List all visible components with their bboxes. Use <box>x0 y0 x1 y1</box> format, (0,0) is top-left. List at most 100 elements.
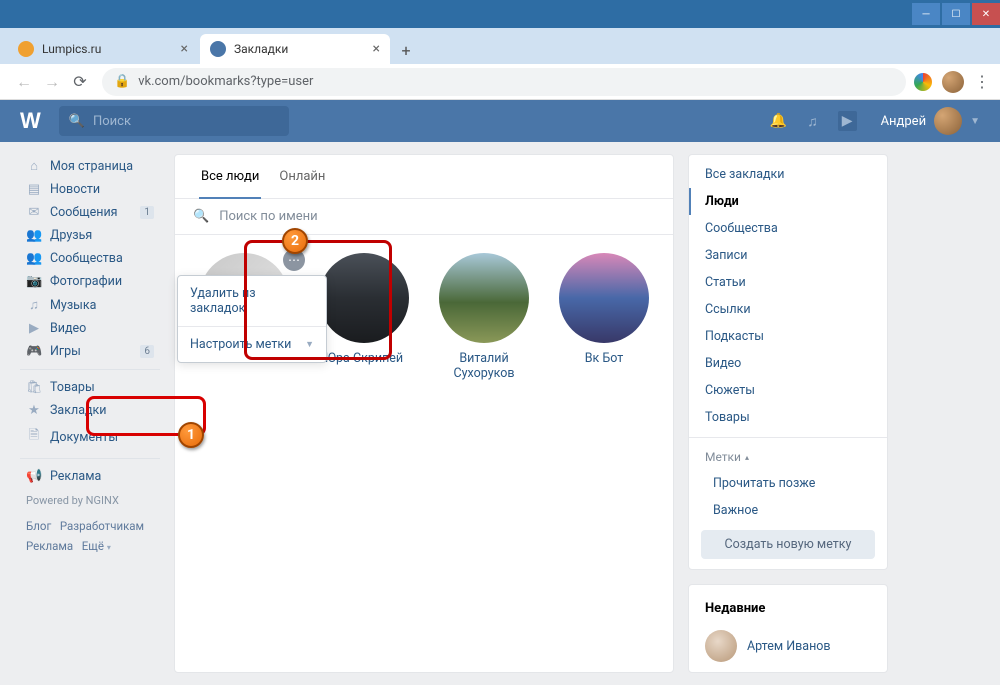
nav-forward-button[interactable]: → <box>38 68 66 96</box>
nav-my-page[interactable]: ⌂Моя страница <box>20 154 160 178</box>
menu-label: Удалить из закладок <box>190 286 314 316</box>
footer-more-link[interactable]: Ещё <box>82 539 104 553</box>
tag-read-later[interactable]: Прочитать позже <box>689 470 887 497</box>
nav-reload-button[interactable]: ⟳ <box>66 68 94 96</box>
footer-ads-link[interactable]: Реклама <box>26 539 73 553</box>
person-name: Вк Бот <box>549 351 659 366</box>
nav-label: Моя страница <box>50 159 133 174</box>
right-sidebar: Все закладки Люди Сообщества Записи Стат… <box>688 154 888 673</box>
music-icon: ♫ <box>26 297 42 313</box>
nav-communities[interactable]: 👥Сообщества <box>20 247 160 270</box>
tag-important[interactable]: Важное <box>689 497 887 524</box>
vk-header-icons: 🔔 ♫ ▶ <box>770 111 857 131</box>
footer-links: Блог Разработчикам Реклама Ещё ▾ <box>20 513 160 560</box>
nav-news[interactable]: ▤Новости <box>20 178 160 201</box>
browser-tab-bookmarks[interactable]: Закладки × <box>200 34 390 64</box>
browser-menu-button[interactable]: ⋮ <box>974 72 990 91</box>
nav-label: Товары <box>50 380 95 395</box>
person-card[interactable]: Виталий Сухоруков <box>429 253 539 381</box>
browser-tab-lumpics[interactable]: Lumpics.ru × <box>8 34 198 64</box>
filter-all[interactable]: Все закладки <box>689 161 887 188</box>
tab-title: Lumpics.ru <box>42 42 101 56</box>
menu-remove-bookmark[interactable]: Удалить из закладок <box>178 276 326 326</box>
new-tab-button[interactable]: + <box>392 36 420 64</box>
chevron-down-icon: ▾ <box>107 543 111 552</box>
vk-search-input[interactable]: 🔍 Поиск <box>59 106 289 136</box>
avatar <box>559 253 649 343</box>
nav-games[interactable]: 🎮Игры6 <box>20 340 160 363</box>
messages-icon: ✉ <box>26 205 42 220</box>
url-input[interactable]: 🔒 vk.com/bookmarks?type=user <box>102 68 906 96</box>
vk-user-menu[interactable]: Андрей ▼ <box>881 107 980 135</box>
nav-friends[interactable]: 👥Друзья <box>20 224 160 247</box>
nav-bookmarks[interactable]: ★Закладки <box>20 399 160 422</box>
card-context-menu: Удалить из закладок Настроить метки▼ <box>177 275 327 363</box>
footer-blog-link[interactable]: Блог <box>26 519 51 533</box>
search-icon: 🔍 <box>193 209 209 224</box>
nav-label: Закладки <box>50 403 107 418</box>
window-minimize-button[interactable]: ─ <box>912 3 940 25</box>
nav-ads[interactable]: 📢Реклама <box>20 465 160 488</box>
nav-video[interactable]: ▶Видео <box>20 317 160 340</box>
profile-avatar-icon[interactable] <box>942 71 964 93</box>
nav-market[interactable]: 🛍 Товары <box>20 376 160 399</box>
video-player-icon[interactable]: ▶ <box>838 111 857 131</box>
page-layout: ⌂Моя страница ▤Новости ✉Сообщения1 👥Друз… <box>0 142 1000 685</box>
filter-video[interactable]: Видео <box>689 350 887 377</box>
annotation-badge-1: 1 <box>178 422 204 448</box>
close-icon[interactable]: × <box>181 41 188 57</box>
close-icon[interactable]: × <box>373 41 380 57</box>
nav-label: Фотографии <box>50 274 122 289</box>
nav-label: Реклама <box>50 469 101 484</box>
nav-messages[interactable]: ✉Сообщения1 <box>20 201 160 224</box>
filter-articles[interactable]: Статьи <box>689 269 887 296</box>
toolbar-right: ⋮ <box>914 71 990 93</box>
recent-block: Недавние Артем Иванов <box>688 584 888 673</box>
chevron-down-icon: ▼ <box>305 339 314 350</box>
filter-podcasts[interactable]: Подкасты <box>689 323 887 350</box>
tags-header[interactable]: Метки▴ <box>689 444 887 470</box>
browser-address-bar: ← → ⟳ 🔒 vk.com/bookmarks?type=user ⋮ <box>0 64 1000 100</box>
tab-all-people[interactable]: Все люди <box>191 155 269 198</box>
filter-posts[interactable]: Записи <box>689 242 887 269</box>
window-titlebar: ─ ☐ ✕ <box>0 0 1000 28</box>
filter-communities[interactable]: Сообщества <box>689 215 887 242</box>
bookmarked-people-list: ⋯ Удалить из закладок Настроить метки▼ Ю… <box>175 235 673 399</box>
nav-separator <box>20 369 160 370</box>
notifications-icon[interactable]: 🔔 <box>770 113 787 129</box>
filter-links[interactable]: Ссылки <box>689 296 887 323</box>
nav-music[interactable]: ♫Музыка <box>20 293 160 317</box>
people-search-input[interactable]: 🔍 Поиск по имени <box>175 199 673 235</box>
user-name: Андрей <box>881 114 927 129</box>
nav-documents[interactable]: 🗎 Документы <box>20 422 160 452</box>
person-card[interactable]: Вк Бот <box>549 253 659 381</box>
person-name: Виталий Сухоруков <box>429 351 539 381</box>
filter-market[interactable]: Товары <box>689 404 887 431</box>
footer-devs-link[interactable]: Разработчикам <box>60 519 144 533</box>
nav-label: Новости <box>50 182 100 197</box>
menu-configure-tags[interactable]: Настроить метки▼ <box>178 327 326 362</box>
tab-online[interactable]: Онлайн <box>269 155 335 198</box>
extension-icon[interactable] <box>914 73 932 91</box>
separator <box>689 437 887 438</box>
docs-icon: 🗎 <box>26 426 42 448</box>
create-tag-button[interactable]: Создать новую метку <box>701 530 875 559</box>
user-avatar-icon <box>934 107 962 135</box>
filter-people[interactable]: Люди <box>689 188 887 215</box>
search-placeholder: Поиск по имени <box>219 209 317 224</box>
vk-logo[interactable]: W <box>20 108 39 134</box>
nav-label: Документы <box>50 430 118 445</box>
browser-tab-strip: Lumpics.ru × Закладки × + <box>0 28 1000 64</box>
window-maximize-button[interactable]: ☐ <box>942 3 970 25</box>
bookmark-filters: Все закладки Люди Сообщества Записи Стат… <box>688 154 888 570</box>
powered-by-text: Powered by NGINX <box>20 488 160 513</box>
nav-photos[interactable]: 📷Фотографии <box>20 270 160 293</box>
music-player-icon[interactable]: ♫ <box>807 113 818 130</box>
nav-back-button[interactable]: ← <box>10 68 38 96</box>
games-icon: 🎮 <box>26 344 42 359</box>
filter-stories[interactable]: Сюжеты <box>689 377 887 404</box>
market-icon: 🛍 <box>26 380 42 395</box>
window-close-button[interactable]: ✕ <box>972 3 1000 25</box>
recent-person[interactable]: Артем Иванов <box>689 626 887 666</box>
window-controls: ─ ☐ ✕ <box>910 3 1000 25</box>
